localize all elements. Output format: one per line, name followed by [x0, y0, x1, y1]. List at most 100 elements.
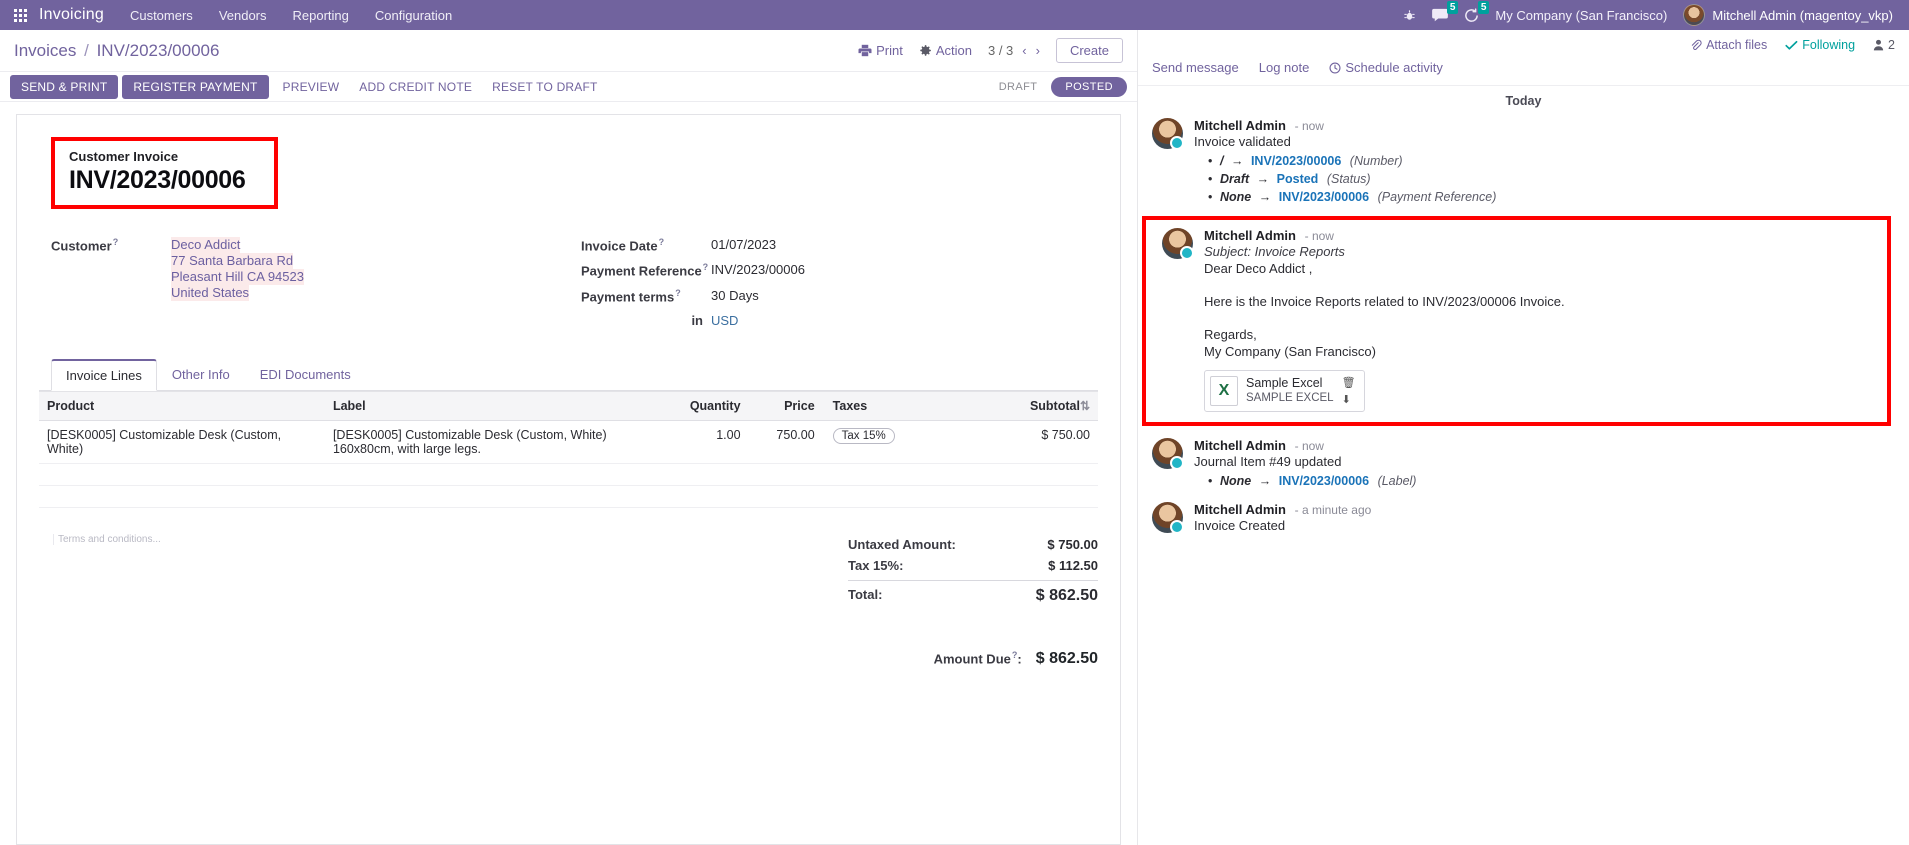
- message-time-text: now: [1311, 229, 1334, 243]
- tracking-old: Draft: [1220, 172, 1250, 186]
- table-body: [DESK0005] Customizable Desk (Custom, Wh…: [39, 420, 1098, 508]
- message-header: Mitchell Admin - now: [1204, 228, 1895, 243]
- tracking-new: INV/2023/00006: [1278, 474, 1370, 488]
- preview-button[interactable]: PREVIEW: [273, 76, 350, 98]
- add-credit-note-button[interactable]: ADD CREDIT NOTE: [349, 76, 482, 98]
- date-separator: Today: [1505, 94, 1542, 108]
- customer-address-line-3: United States: [171, 285, 250, 301]
- menu-configuration[interactable]: Configuration: [375, 8, 452, 23]
- menu-vendors[interactable]: Vendors: [219, 8, 267, 23]
- payment-terms-value[interactable]: 30 Days: [711, 288, 759, 304]
- log-note-button[interactable]: Log note: [1259, 60, 1310, 75]
- message-body: Mitchell Admin - a minute ago Invoice Cr…: [1194, 502, 1895, 534]
- total-row-grand: Total: $ 862.50: [848, 579, 1098, 608]
- payment-reference-value[interactable]: INV/2023/00006: [711, 262, 805, 278]
- column-taxes[interactable]: Taxes: [822, 390, 1003, 421]
- user-menu[interactable]: Mitchell Admin (magentoy_vkp): [1683, 4, 1893, 26]
- attachment-meta: Sample Excel SAMPLE EXCEL: [1246, 376, 1334, 406]
- register-payment-button[interactable]: REGISTER PAYMENT: [122, 74, 269, 99]
- action-label: Action: [935, 43, 972, 58]
- tab-invoice-lines[interactable]: Invoice Lines: [51, 358, 157, 391]
- cell-taxes[interactable]: Tax 15%: [822, 420, 1003, 464]
- invoice-lines-table: Product Label Quantity Price Taxes Subto…: [39, 390, 1098, 508]
- sort-icon[interactable]: ⇅: [1080, 399, 1090, 413]
- tax-label: Tax 15%:: [848, 557, 904, 573]
- cell-product[interactable]: [DESK0005] Customizable Desk (Custom, Wh…: [39, 420, 325, 464]
- form-pane: Invoices / INV/2023/00006 Print Action 3…: [0, 30, 1137, 845]
- column-product[interactable]: Product: [39, 390, 325, 421]
- help-marker: ?: [112, 237, 119, 247]
- invoice-form: Customer? Deco Addict 77 Santa Barbara R…: [39, 237, 1098, 337]
- total-row-untaxed: Untaxed Amount: $ 750.00: [848, 534, 1098, 555]
- attachment-name: Sample Excel: [1246, 376, 1323, 390]
- attach-files-label: Attach files: [1706, 38, 1768, 52]
- invoice-date-value[interactable]: 01/07/2023: [711, 237, 776, 253]
- column-price[interactable]: Price: [748, 390, 823, 421]
- paperclip-icon: [1691, 39, 1702, 50]
- activities-clock-icon[interactable]: 5: [1464, 0, 1490, 23]
- control-panel-actions: Print Action 3 / 3 ‹ › Create: [858, 38, 1123, 63]
- tracking-row: Draft → Posted (Status): [1208, 170, 1895, 188]
- avatar: [1683, 4, 1706, 26]
- message-time-text: now: [1301, 439, 1324, 453]
- stage-draft[interactable]: DRAFT: [985, 77, 1052, 97]
- payment-terms-label: Payment terms?: [581, 288, 711, 304]
- message-header: Mitchell Admin - now: [1194, 438, 1895, 453]
- pager-previous-icon[interactable]: ‹: [1022, 43, 1026, 58]
- tab-other-info[interactable]: Other Info: [157, 359, 245, 391]
- currency-value[interactable]: USD: [711, 313, 738, 328]
- menu-customers[interactable]: Customers: [130, 8, 193, 23]
- send-message-button[interactable]: Send message: [1152, 60, 1239, 75]
- column-label[interactable]: Label: [324, 390, 654, 421]
- customer-name[interactable]: Deco Addict: [171, 237, 241, 253]
- print-button[interactable]: Print: [858, 43, 903, 58]
- message-body: Mitchell Admin - now Journal Item #49 up…: [1194, 438, 1895, 490]
- messages-icon[interactable]: 5: [1432, 1, 1459, 22]
- company-switcher[interactable]: My Company (San Francisco): [1495, 8, 1667, 23]
- following-button[interactable]: Following: [1785, 38, 1855, 52]
- terms-and-conditions[interactable]: Terms and conditions...: [39, 533, 632, 668]
- cell-subtotal: $ 750.00: [1002, 420, 1098, 464]
- attachment-card[interactable]: X Sample Excel SAMPLE EXCEL 🗑 ⬇: [1204, 370, 1365, 412]
- message-text: Invoice Created: [1194, 518, 1286, 533]
- cell-quantity[interactable]: 1.00: [653, 420, 749, 464]
- breadcrumb-root[interactable]: Invoices: [14, 41, 76, 60]
- table-row-empty[interactable]: [39, 463, 1098, 486]
- apps-grid-icon[interactable]: [14, 8, 27, 22]
- followers-button[interactable]: 2: [1873, 38, 1895, 52]
- chatter-pane: Attach files Following 2 Send message Lo…: [1137, 30, 1909, 845]
- trash-icon[interactable]: 🗑: [1342, 376, 1356, 389]
- create-button[interactable]: Create: [1055, 38, 1123, 63]
- reset-to-draft-button[interactable]: RESET TO DRAFT: [482, 76, 608, 98]
- cell-price[interactable]: 750.00: [748, 420, 823, 464]
- table-row-empty[interactable]: [39, 485, 1098, 508]
- amount-due-row: Amount Due?: $ 862.50: [848, 650, 1098, 668]
- message-greeting: Dear Deco Addict ,: [1204, 261, 1313, 276]
- schedule-activity-button[interactable]: Schedule activity: [1329, 60, 1443, 75]
- tracking-new: INV/2023/00006: [1278, 190, 1370, 204]
- cell-label[interactable]: [DESK0005] Customizable Desk (Custom, Wh…: [324, 420, 654, 464]
- tracking-old: /: [1220, 154, 1224, 168]
- pager-next-icon[interactable]: ›: [1036, 43, 1040, 58]
- stage-posted[interactable]: POSTED: [1051, 76, 1127, 97]
- table-header-row: Product Label Quantity Price Taxes Subto…: [39, 390, 1098, 421]
- record-pager: 3 / 3 ‹ ›: [988, 43, 1040, 58]
- attach-files-button[interactable]: Attach files: [1690, 38, 1767, 52]
- control-panel: Invoices / INV/2023/00006 Print Action 3…: [0, 30, 1137, 71]
- table-row[interactable]: [DESK0005] Customizable Desk (Custom, Wh…: [39, 420, 1098, 464]
- action-button[interactable]: Action: [919, 43, 972, 58]
- app-brand-invoicing[interactable]: Invoicing: [39, 6, 104, 24]
- column-subtotal[interactable]: Subtotal ⇅: [1002, 390, 1098, 421]
- send-and-print-button[interactable]: SEND & PRINT: [10, 74, 119, 99]
- untaxed-amount-value: $ 750.00: [1047, 536, 1098, 552]
- tab-edi-documents[interactable]: EDI Documents: [245, 359, 366, 391]
- help-marker: ?: [1011, 649, 1018, 660]
- message-author: Mitchell Admin: [1194, 438, 1286, 453]
- column-quantity[interactable]: Quantity: [653, 390, 749, 421]
- download-icon[interactable]: ⬇: [1342, 393, 1356, 406]
- message-body: Mitchell Admin - now Subject: Invoice Re…: [1204, 228, 1895, 412]
- menu-reporting[interactable]: Reporting: [293, 8, 349, 23]
- message-text: Journal Item #49 updated: [1194, 454, 1342, 469]
- debug-bug-icon[interactable]: [1403, 9, 1416, 22]
- navbar-right-group: 5 5 My Company (San Francisco) Mitchell …: [1403, 0, 1899, 26]
